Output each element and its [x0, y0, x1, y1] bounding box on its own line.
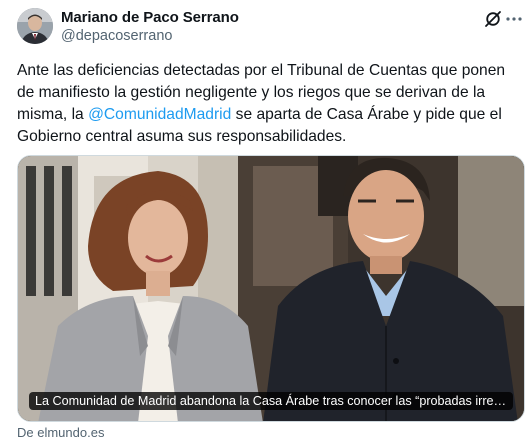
card-caption[interactable]: La Comunidad de Madrid abandona la Casa …	[29, 392, 513, 410]
more-icon[interactable]	[504, 10, 524, 28]
link-card-image[interactable]	[17, 155, 525, 422]
author-handle[interactable]: @depacoserrano	[61, 28, 172, 44]
mention-link[interactable]: @ComunidadMadrid	[88, 106, 231, 123]
author-name[interactable]: Mariano de Paco Serrano	[61, 9, 239, 26]
tweet: Mariano de Paco Serrano @depacoserrano A…	[0, 0, 532, 444]
card-source-link[interactable]: De elmundo.es	[17, 425, 104, 440]
tweet-text: Ante las deficiencias detectadas por el …	[17, 60, 523, 148]
news-photo	[18, 156, 524, 421]
avatar[interactable]	[17, 8, 53, 44]
grok-icon[interactable]	[484, 10, 502, 28]
